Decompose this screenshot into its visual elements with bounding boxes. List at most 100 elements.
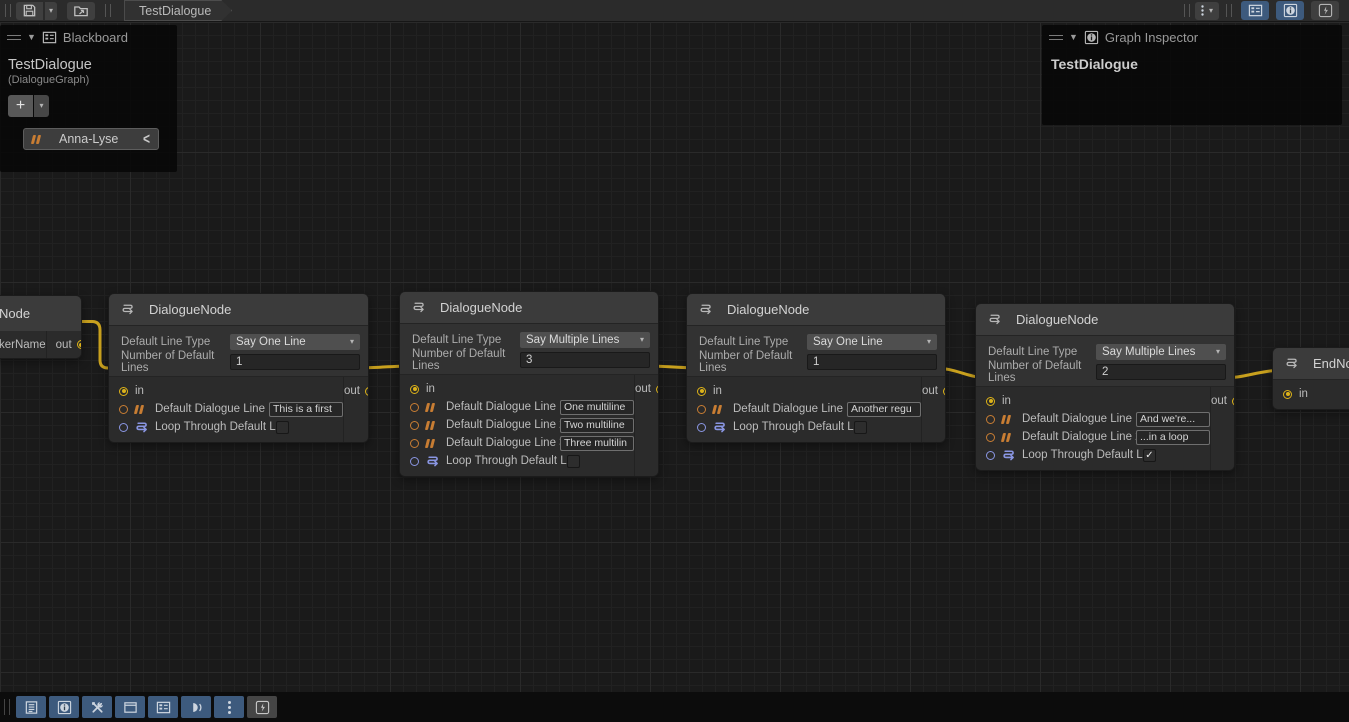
chevron-left-icon[interactable]: < [143, 130, 150, 148]
port-label: Loop Through Default Lines? [155, 421, 276, 433]
number-of-lines-input[interactable]: 1 [807, 354, 937, 370]
blackboard-toggle-button[interactable] [148, 696, 178, 718]
node-fields: Default Line Type Say One Line ▾ Number … [687, 325, 945, 377]
save-button[interactable] [16, 2, 43, 20]
toolbar-grip[interactable] [1226, 4, 1232, 17]
loop-checkbox[interactable] [567, 455, 580, 468]
tools-icon [90, 700, 105, 715]
loop-port[interactable] [697, 423, 706, 432]
node-title-bar: DialogueNode [400, 292, 658, 323]
quote-icon [426, 421, 439, 430]
out-port[interactable] [656, 385, 659, 394]
line-type-dropdown[interactable]: Say One Line ▾ [230, 334, 360, 350]
toolbar-grip[interactable] [1184, 4, 1190, 17]
out-port[interactable] [1232, 397, 1235, 406]
tab-testdialogue[interactable]: TestDialogue [124, 0, 232, 21]
dialogue-line-port[interactable] [986, 433, 995, 442]
line-type-dropdown[interactable]: Say One Line ▾ [807, 334, 937, 350]
in-port[interactable] [119, 387, 128, 396]
loop-port[interactable] [986, 451, 995, 460]
tools-button[interactable] [82, 696, 112, 718]
line-type-dropdown[interactable]: Say Multiple Lines ▾ [1096, 344, 1226, 360]
blackboard-header[interactable]: ▼ Blackboard [0, 25, 177, 49]
dialogue-line-input[interactable]: ...in a loop [1136, 430, 1210, 445]
dialogue-line-port[interactable] [410, 439, 419, 448]
graph-type: (DialogueGraph) [0, 73, 177, 86]
toolbar-grip[interactable] [105, 4, 111, 17]
dialogue-flow-icon [412, 300, 426, 315]
end-node[interactable]: EndNode in [1272, 347, 1349, 410]
in-port[interactable] [1283, 390, 1292, 399]
loop-checkbox[interactable] [276, 421, 289, 434]
out-port[interactable] [943, 387, 946, 396]
port-label: Default Dialogue Line 1 [446, 401, 560, 413]
dialogue-line-input[interactable]: One multiline [560, 400, 634, 415]
node-title-bar: DialogueNode [687, 294, 945, 325]
out-port[interactable] [77, 340, 82, 349]
dialogue-line-input[interactable]: Three multilin [560, 436, 634, 451]
info-icon [57, 700, 72, 715]
loop-checkbox[interactable]: ✓ [1143, 449, 1156, 462]
out-port[interactable] [365, 387, 369, 396]
toggle-preview-button[interactable] [1311, 1, 1339, 20]
dropdown-value: Say Multiple Lines [526, 334, 619, 346]
chevron-down-icon: ▾ [49, 7, 53, 15]
dialogue-node-2[interactable]: DialogueNode Default Line Type Say Multi… [399, 291, 659, 477]
loop-port[interactable] [410, 457, 419, 466]
drag-handle-icon[interactable] [7, 35, 21, 40]
port-label: Loop Through Default Lines? [446, 455, 567, 467]
output-ports: out [921, 377, 946, 442]
in-port-label: in [426, 383, 435, 395]
line-type-dropdown[interactable]: Say Multiple Lines ▾ [520, 332, 650, 348]
dialogue-line-input[interactable]: Two multiline [560, 418, 634, 433]
dialogue-node-1[interactable]: DialogueNode Default Line Type Say One L… [108, 293, 369, 443]
in-port[interactable] [410, 385, 419, 394]
loop-port[interactable] [119, 423, 128, 432]
loop-checkbox[interactable] [854, 421, 867, 434]
graph-editor-window: Node kerName out DialogueNode Default Li… [0, 0, 1349, 722]
spark-button[interactable] [247, 696, 277, 718]
dialogue-line-port[interactable] [119, 405, 128, 414]
add-variable-options-button[interactable]: ▾ [34, 95, 49, 117]
graph-name: TestDialogue [1042, 49, 1342, 79]
number-of-lines-input[interactable]: 1 [230, 354, 360, 370]
toolbar-grip[interactable] [5, 4, 11, 17]
number-of-lines-input[interactable]: 2 [1096, 364, 1226, 380]
node-fields: Default Line Type Say Multiple Lines ▾ N… [976, 335, 1234, 387]
dialogue-line-port[interactable] [410, 403, 419, 412]
window-button[interactable] [115, 696, 145, 718]
dialogue-node-3[interactable]: DialogueNode Default Line Type Say One L… [686, 293, 946, 443]
toggle-inspector-button[interactable] [1276, 1, 1304, 20]
dialogue-node-4[interactable]: DialogueNode Default Line Type Say Multi… [975, 303, 1235, 471]
save-options-button[interactable]: ▾ [45, 2, 57, 20]
console-button[interactable] [16, 696, 46, 718]
preview-button[interactable] [181, 696, 211, 718]
dialogue-line-input[interactable]: And we're... [1136, 412, 1210, 427]
toggle-blackboard-button[interactable] [1241, 1, 1269, 20]
loop-icon [426, 455, 440, 468]
overflow-menu-button[interactable]: ▾ [1195, 2, 1219, 20]
drag-handle-icon[interactable] [1049, 35, 1063, 40]
dialogue-line-input[interactable]: Another regu [847, 402, 921, 417]
open-asset-button[interactable] [67, 2, 95, 20]
add-variable-button[interactable]: + [8, 95, 33, 117]
in-port-label: in [713, 385, 722, 397]
variable-row-anna-lyse[interactable]: Anna-Lyse < [23, 128, 159, 150]
dialogue-line-port[interactable] [410, 421, 419, 430]
dialogue-line-port[interactable] [986, 415, 995, 424]
out-port-label: out [635, 383, 651, 395]
dialogue-line-port[interactable] [697, 405, 706, 414]
inspector-header[interactable]: ▼ Graph Inspector [1042, 25, 1342, 49]
toolbar-grip[interactable] [4, 699, 10, 715]
start-node[interactable]: Node kerName out [0, 295, 82, 359]
collapse-icon[interactable]: ▼ [27, 32, 36, 42]
dialogue-line-input[interactable]: This is a first [269, 402, 343, 417]
number-of-lines-input[interactable]: 3 [520, 352, 650, 368]
dropdown-value: Say Multiple Lines [1102, 346, 1195, 358]
in-port[interactable] [986, 397, 995, 406]
graph-canvas[interactable]: Node kerName out DialogueNode Default Li… [0, 22, 1349, 722]
inspector-toggle-button[interactable] [49, 696, 79, 718]
overflow-menu-button[interactable] [214, 696, 244, 718]
in-port[interactable] [697, 387, 706, 396]
collapse-icon[interactable]: ▼ [1069, 32, 1078, 42]
